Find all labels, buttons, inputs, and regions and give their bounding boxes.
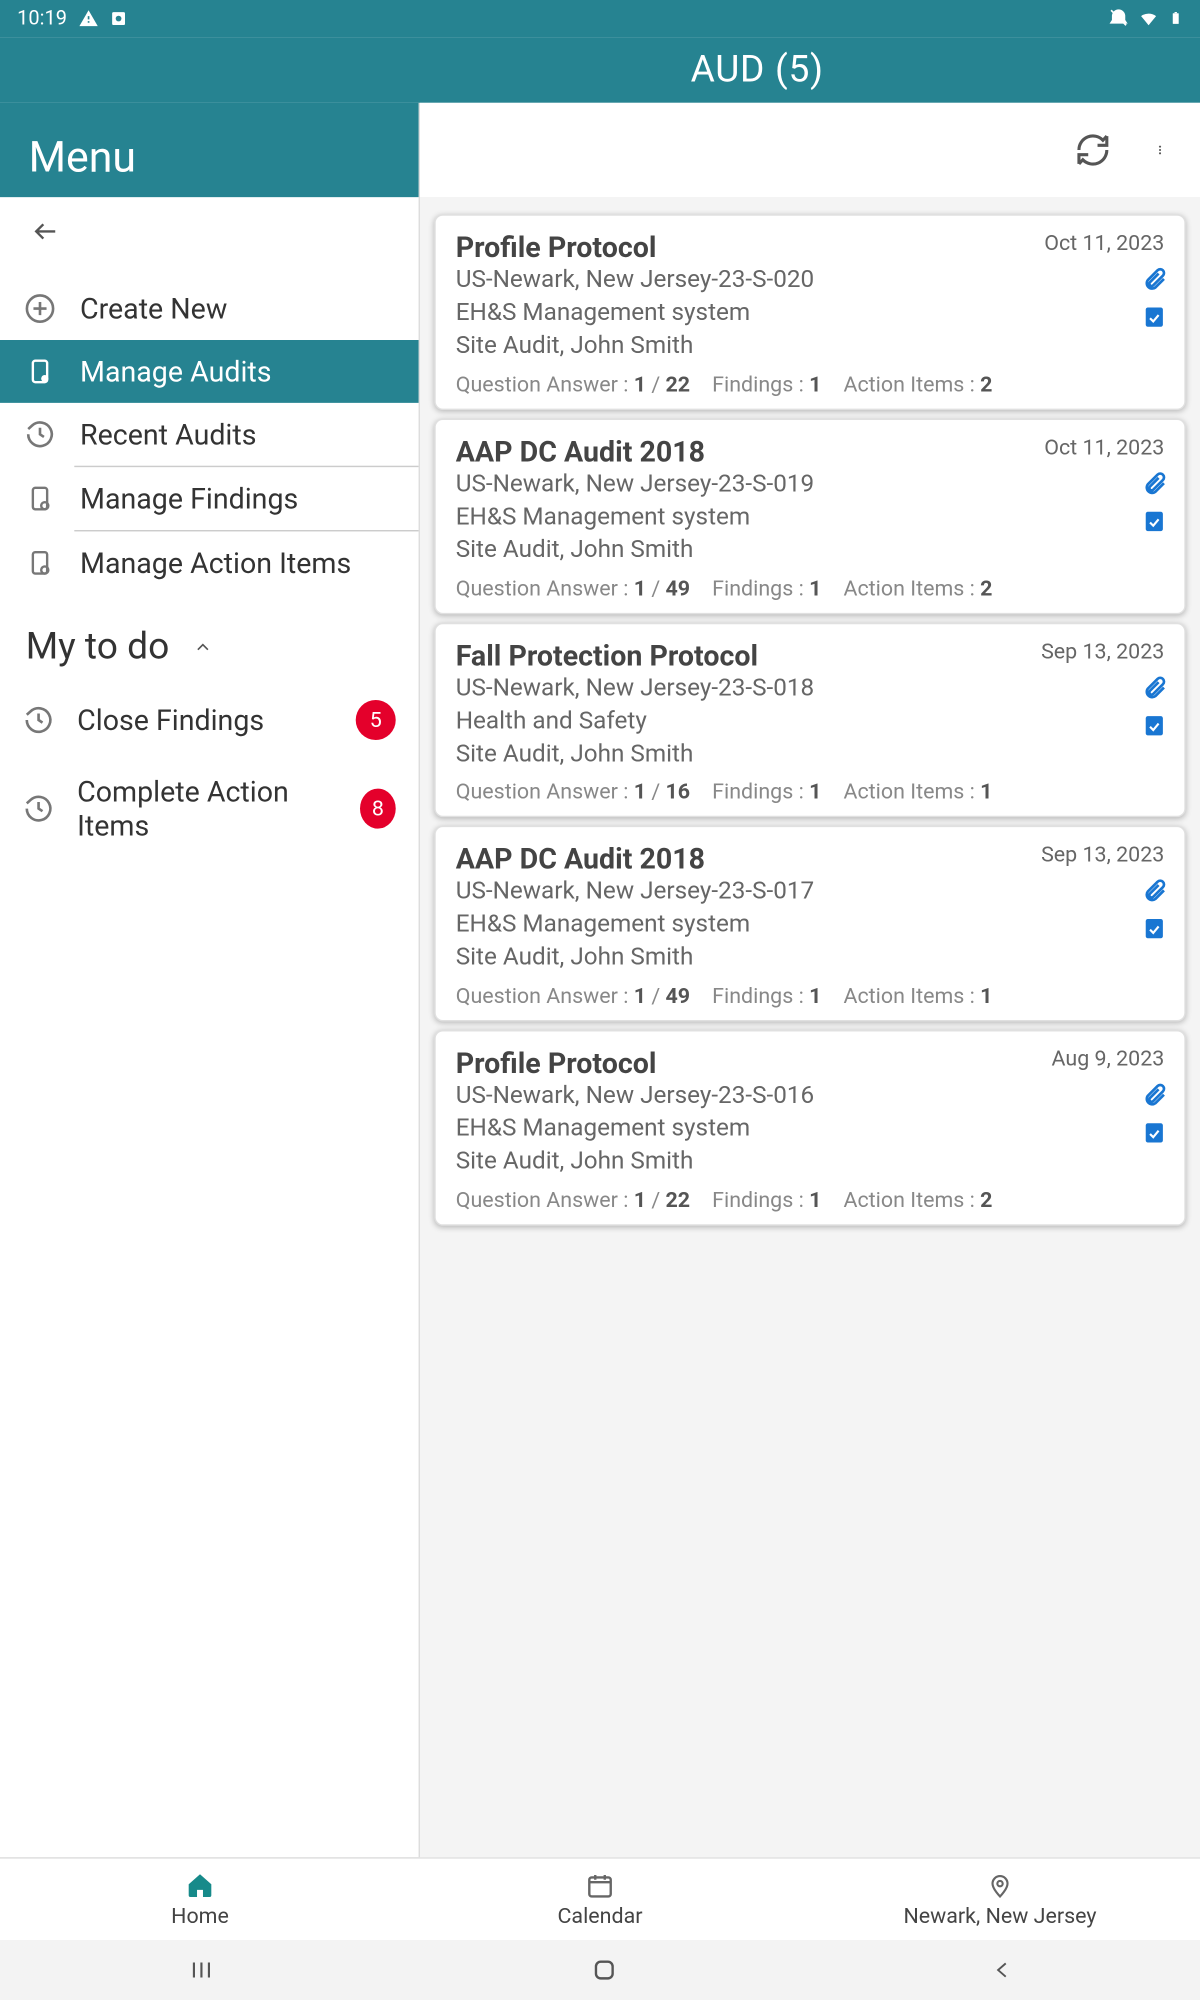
- history-icon: [23, 793, 54, 824]
- audit-list[interactable]: Profile ProtocolOct 11, 2023US-Newark, N…: [420, 197, 1200, 1857]
- square-icon: [110, 10, 127, 27]
- card-system: EH&S Management system: [456, 909, 1165, 942]
- card-system: EH&S Management system: [456, 1113, 1165, 1146]
- main-toolbar: [420, 103, 1200, 197]
- more-icon[interactable]: [1154, 134, 1165, 165]
- back-icon[interactable]: [26, 217, 393, 246]
- card-location: US-Newark, New Jersey-23-S-018: [456, 672, 1165, 705]
- warning-icon: [78, 9, 98, 29]
- calendar-icon: [586, 1871, 615, 1900]
- card-type-auditor: Site Audit, John Smith: [456, 942, 1165, 975]
- attachment-icon[interactable]: [1141, 471, 1167, 497]
- bottom-nav: Home Calendar Newark, New Jersey: [0, 1857, 1200, 1940]
- todo-header[interactable]: My to do: [0, 594, 419, 683]
- card-date: Aug 9, 2023: [1052, 1046, 1165, 1072]
- clipboard-check-icon[interactable]: [1141, 304, 1167, 330]
- history-icon: [23, 417, 57, 451]
- card-date: Oct 11, 2023: [1044, 230, 1164, 256]
- card-stats: Question Answer : 1 / 16 Findings : 1 Ac…: [456, 779, 1165, 805]
- card-type-auditor: Site Audit, John Smith: [456, 534, 1165, 567]
- attachment-icon[interactable]: [1141, 675, 1167, 701]
- audit-card[interactable]: Fall Protection ProtocolSep 13, 2023US-N…: [434, 622, 1185, 817]
- mute-icon: [1109, 9, 1129, 29]
- document-eye-icon: [23, 546, 57, 580]
- clipboard-icon: [23, 354, 57, 388]
- chevron-up-icon: [189, 637, 218, 657]
- nav-label: Calendar: [557, 1902, 642, 1928]
- todo-item-label: Complete Action Items: [77, 774, 337, 843]
- header-title: AUD (5): [691, 49, 824, 92]
- clipboard-check-icon[interactable]: [1141, 916, 1167, 942]
- sidebar-item-label: Manage Action Items: [80, 546, 351, 580]
- sidebar: Menu Create New Manage Audits: [0, 103, 420, 1857]
- attachment-icon[interactable]: [1141, 267, 1167, 293]
- card-stats: Question Answer : 1 / 49 Findings : 1 Ac…: [456, 983, 1165, 1009]
- sidebar-item-recent-audits[interactable]: Recent Audits: [0, 403, 419, 466]
- status-time: 10:19: [17, 7, 67, 30]
- android-back-icon[interactable]: [991, 1957, 1014, 1983]
- sidebar-item-label: Manage Findings: [80, 481, 298, 515]
- sync-icon[interactable]: [1074, 131, 1111, 168]
- sidebar-item-manage-findings[interactable]: Manage Findings: [0, 467, 419, 530]
- location-pin-icon: [987, 1871, 1013, 1900]
- card-stats: Question Answer : 1 / 22 Findings : 1 Ac…: [456, 1187, 1165, 1213]
- clipboard-check-icon[interactable]: [1141, 712, 1167, 738]
- card-system: Health and Safety: [456, 705, 1165, 738]
- history-icon: [23, 704, 54, 735]
- plus-circle-icon: [23, 291, 57, 325]
- clipboard-check-icon[interactable]: [1141, 508, 1167, 534]
- card-location: US-Newark, New Jersey-23-S-017: [456, 876, 1165, 909]
- card-date: Sep 13, 2023: [1041, 842, 1164, 868]
- card-type-auditor: Site Audit, John Smith: [456, 1146, 1165, 1179]
- card-type-auditor: Site Audit, John Smith: [456, 738, 1165, 771]
- menu-header: Menu: [0, 103, 419, 197]
- nav-location[interactable]: Newark, New Jersey: [800, 1859, 1200, 1940]
- todo-header-label: My to do: [26, 626, 170, 669]
- sidebar-item-create-new[interactable]: Create New: [0, 277, 419, 340]
- sidebar-item-manage-action-items[interactable]: Manage Action Items: [0, 531, 419, 594]
- document-eye-icon: [23, 481, 57, 515]
- badge-count: 5: [356, 700, 396, 740]
- audit-card[interactable]: AAP DC Audit 2018Sep 13, 2023US-Newark, …: [434, 826, 1185, 1021]
- nav-home[interactable]: Home: [0, 1859, 400, 1940]
- app-header: AUD (5): [0, 37, 1200, 103]
- android-nav-bar: [0, 1940, 1200, 2000]
- android-status-bar: 10:19: [0, 0, 1200, 37]
- android-recents-icon[interactable]: [186, 1957, 217, 1983]
- attachment-icon[interactable]: [1141, 1083, 1167, 1109]
- clipboard-check-icon[interactable]: [1141, 1120, 1167, 1146]
- audit-card[interactable]: Profile ProtocolOct 11, 2023US-Newark, N…: [434, 214, 1185, 409]
- card-system: EH&S Management system: [456, 297, 1165, 330]
- nav-calendar[interactable]: Calendar: [400, 1859, 800, 1940]
- sidebar-item-manage-audits[interactable]: Manage Audits: [0, 340, 419, 403]
- audit-card[interactable]: AAP DC Audit 2018Oct 11, 2023US-Newark, …: [434, 418, 1185, 613]
- battery-icon: [1169, 9, 1183, 29]
- home-icon: [186, 1871, 215, 1900]
- main-panel: Profile ProtocolOct 11, 2023US-Newark, N…: [420, 103, 1200, 1857]
- sidebar-item-label: Recent Audits: [80, 417, 256, 451]
- badge-count: 8: [360, 789, 396, 829]
- card-date: Oct 11, 2023: [1044, 434, 1164, 460]
- card-location: US-Newark, New Jersey-23-S-016: [456, 1080, 1165, 1113]
- todo-item-complete-action-items[interactable]: Complete Action Items 8: [0, 757, 419, 860]
- sidebar-item-label: Manage Audits: [80, 354, 271, 388]
- card-system: EH&S Management system: [456, 501, 1165, 534]
- card-stats: Question Answer : 1 / 49 Findings : 1 Ac…: [456, 575, 1165, 601]
- card-date: Sep 13, 2023: [1041, 638, 1164, 664]
- card-stats: Question Answer : 1 / 22 Findings : 1 Ac…: [456, 371, 1165, 397]
- android-home-icon[interactable]: [590, 1956, 619, 1985]
- audit-card[interactable]: Profile ProtocolAug 9, 2023US-Newark, Ne…: [434, 1030, 1185, 1225]
- attachment-icon[interactable]: [1141, 879, 1167, 905]
- nav-label: Newark, New Jersey: [904, 1902, 1097, 1928]
- card-location: US-Newark, New Jersey-23-S-019: [456, 468, 1165, 501]
- todo-item-close-findings[interactable]: Close Findings 5: [0, 683, 419, 757]
- wifi-icon: [1137, 9, 1160, 29]
- nav-label: Home: [171, 1902, 229, 1928]
- card-type-auditor: Site Audit, John Smith: [456, 330, 1165, 363]
- sidebar-item-label: Create New: [80, 291, 227, 325]
- todo-item-label: Close Findings: [77, 703, 264, 737]
- card-location: US-Newark, New Jersey-23-S-020: [456, 264, 1165, 297]
